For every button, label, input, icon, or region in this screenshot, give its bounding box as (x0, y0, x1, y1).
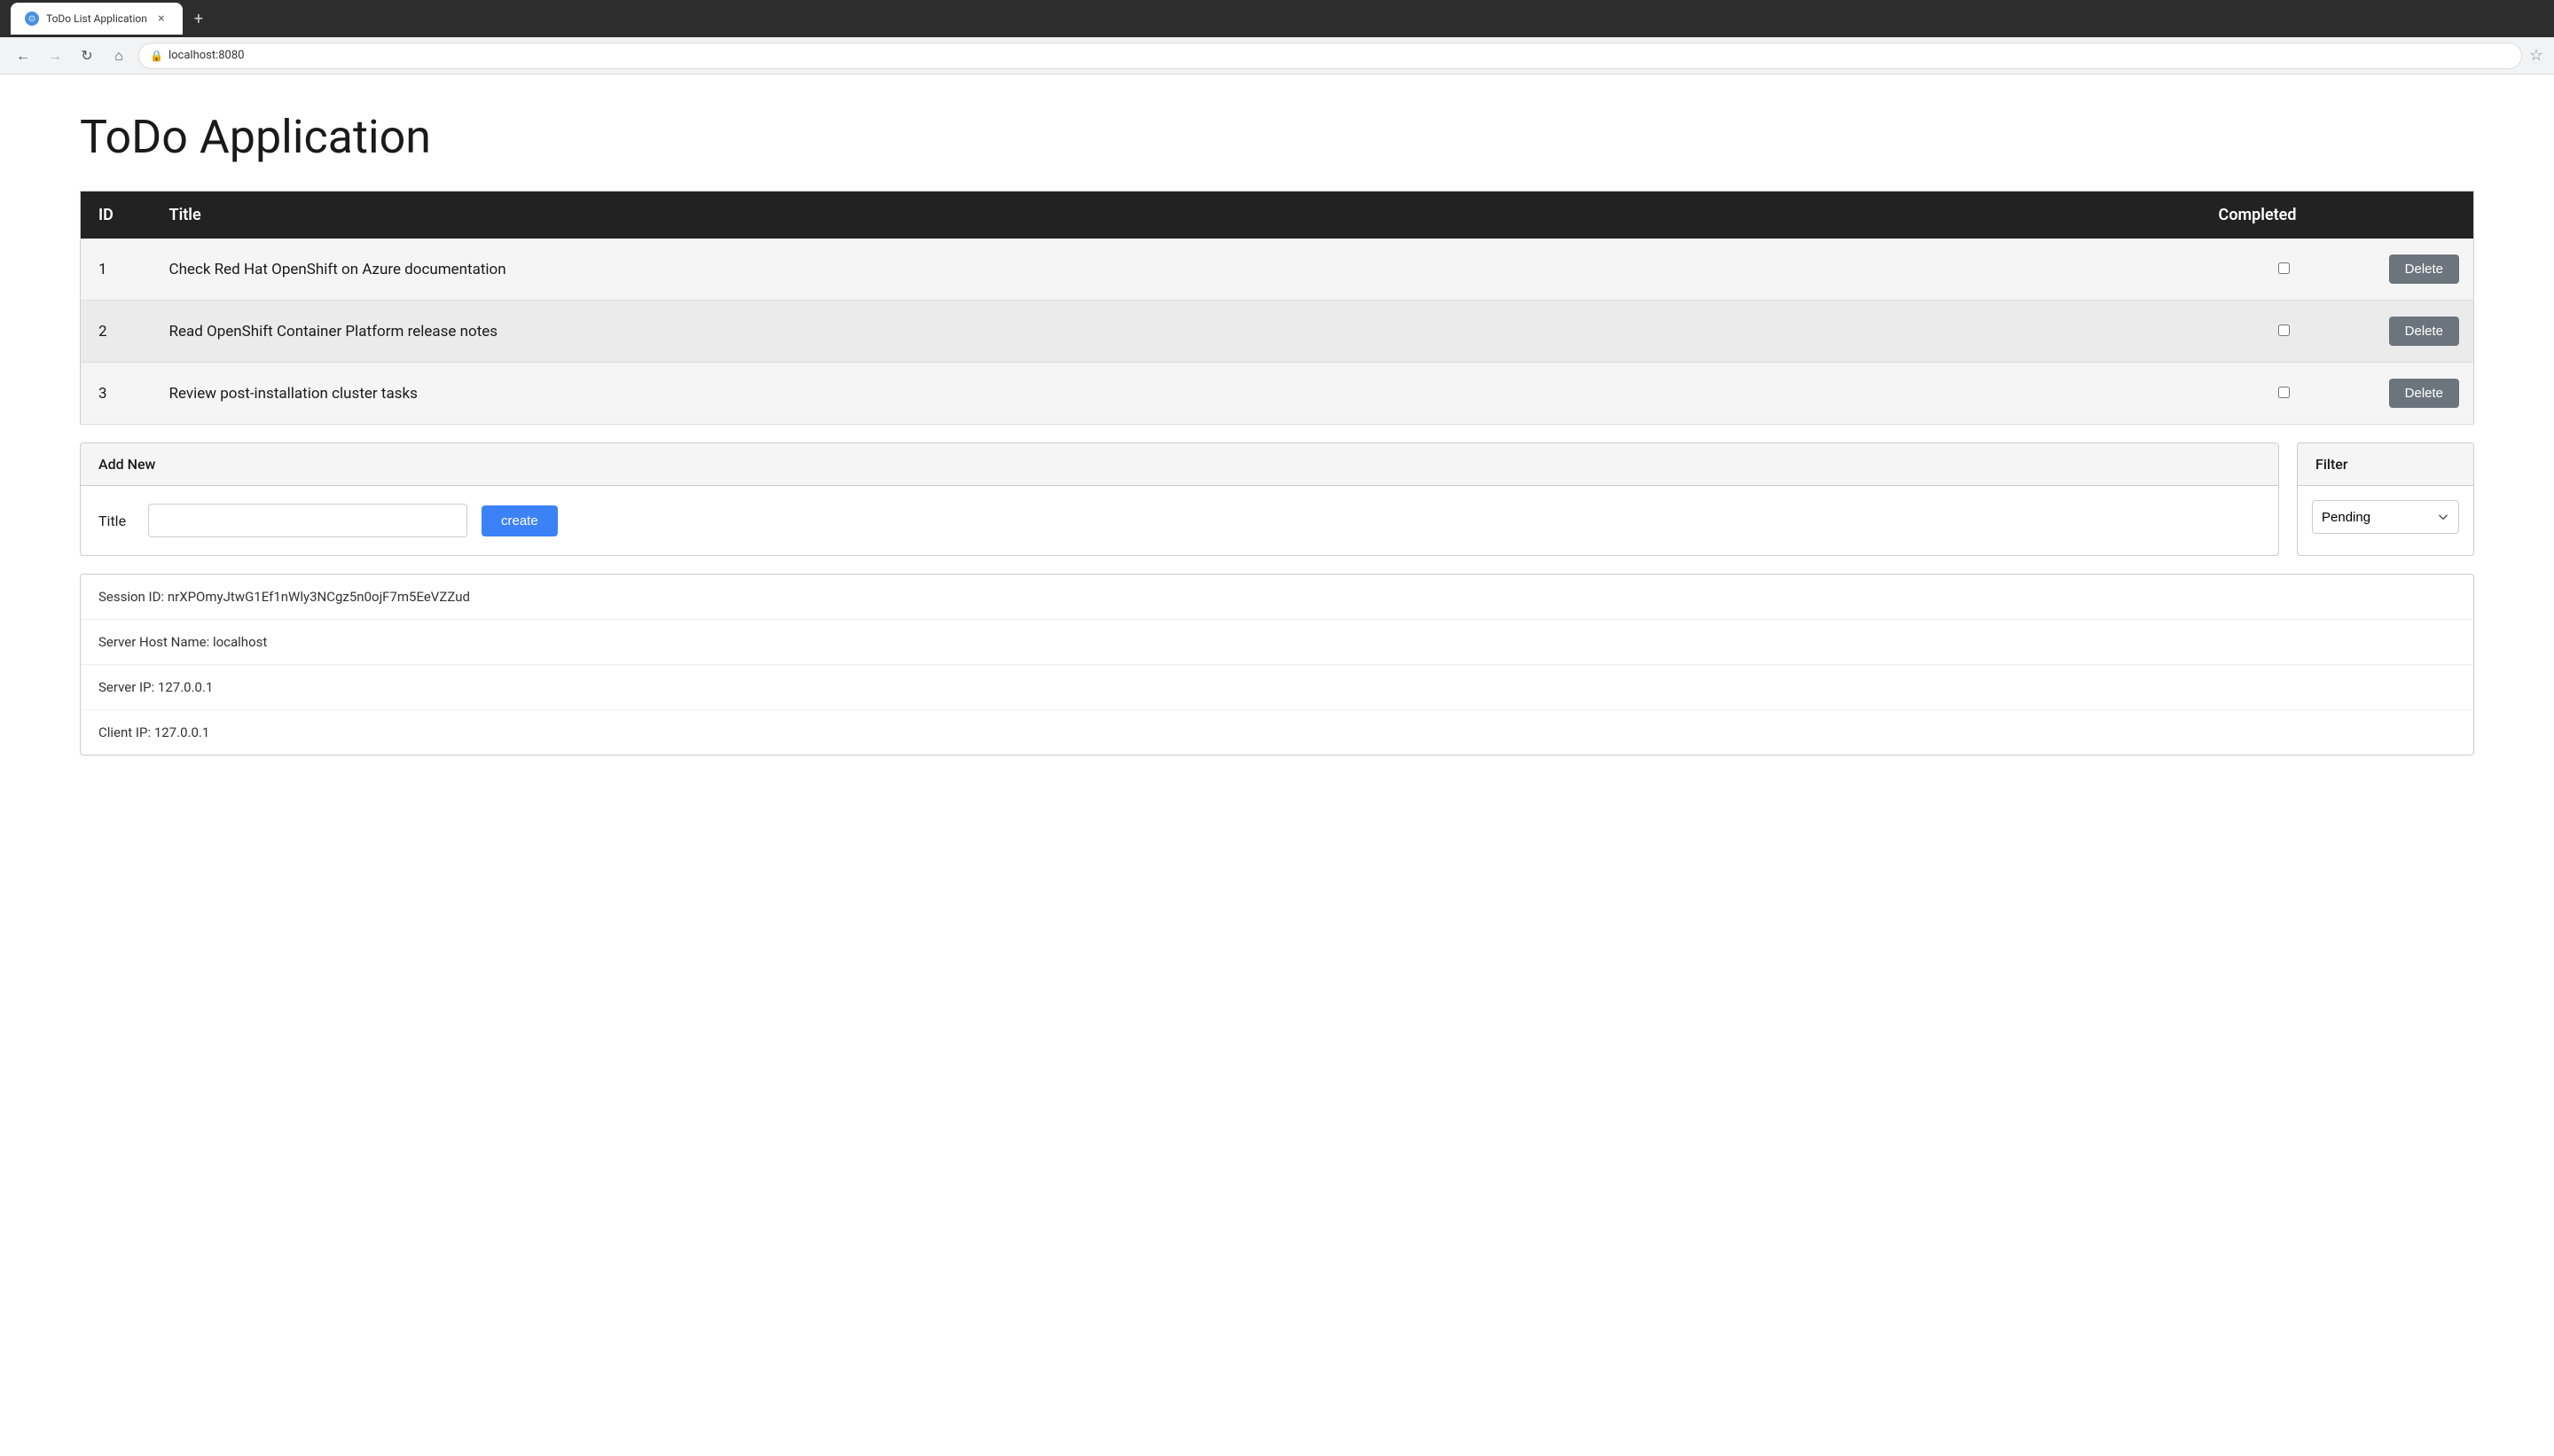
delete-button[interactable]: Delete (2389, 317, 2459, 346)
filter-body: AllPendingCompleted (2298, 486, 2473, 548)
forward-button[interactable]: → (43, 43, 67, 68)
table-row: 1Check Red Hat OpenShift on Azure docume… (81, 239, 2474, 301)
row-action: Delete (2368, 239, 2474, 301)
completed-checkbox[interactable] (2278, 387, 2290, 398)
row-completed (2201, 363, 2368, 425)
tab-close-button[interactable]: × (154, 12, 168, 26)
row-action: Delete (2368, 301, 2474, 363)
add-new-body: Title create (81, 486, 2278, 555)
server-ip-row: Server IP: 127.0.0.1 (81, 665, 2473, 710)
filter-select[interactable]: AllPendingCompleted (2312, 500, 2459, 534)
table-header: ID Title Completed (81, 192, 2474, 239)
row-action: Delete (2368, 363, 2474, 425)
delete-button[interactable]: Delete (2389, 254, 2459, 284)
nav-bar: ← → ↻ ⌂ 🔒 localhost:8080 ☆ (0, 37, 2554, 74)
client-ip-row: Client IP: 127.0.0.1 (81, 710, 2473, 755)
filter-panel: Filter AllPendingCompleted (2297, 442, 2474, 556)
delete-button[interactable]: Delete (2389, 379, 2459, 408)
row-title: Check Red Hat OpenShift on Azure documen… (152, 239, 2201, 301)
col-header-id: ID (81, 192, 152, 239)
table-body: 1Check Red Hat OpenShift on Azure docume… (81, 239, 2474, 425)
col-header-completed: Completed (2201, 192, 2368, 239)
tab-bar: ⊙ ToDo List Application × + (11, 3, 211, 35)
completed-checkbox[interactable] (2278, 325, 2290, 336)
add-new-panel: Add New Title create (80, 442, 2279, 556)
session-panel: Session ID: nrXPOmyJtwG1Ef1nWly3NCgz5n0o… (80, 574, 2474, 755)
tab-favicon: ⊙ (25, 12, 39, 26)
create-button[interactable]: create (482, 505, 558, 536)
reload-button[interactable]: ↻ (74, 43, 99, 68)
add-new-header: Add New (81, 443, 2278, 486)
col-header-action (2368, 192, 2474, 239)
tab-title: ToDo List Application (46, 12, 147, 25)
col-header-title: Title (152, 192, 2201, 239)
address-text: localhost:8080 (168, 49, 245, 62)
active-tab[interactable]: ⊙ ToDo List Application × (11, 3, 183, 35)
row-completed (2201, 239, 2368, 301)
filter-header: Filter (2298, 443, 2473, 486)
page-title: ToDo Application (80, 110, 2474, 164)
server-host-row: Server Host Name: localhost (81, 620, 2473, 665)
completed-checkbox[interactable] (2278, 262, 2290, 274)
row-id: 2 (81, 301, 152, 363)
session-id-row: Session ID: nrXPOmyJtwG1Ef1nWly3NCgz5n0o… (81, 575, 2473, 620)
title-input[interactable] (148, 504, 467, 537)
browser-chrome: ⊙ ToDo List Application × + (0, 0, 2554, 37)
row-title: Read OpenShift Container Platform releas… (152, 301, 2201, 363)
back-button[interactable]: ← (11, 43, 35, 68)
bookmark-star-icon[interactable]: ☆ (2529, 46, 2543, 65)
lock-icon: 🔒 (150, 50, 163, 62)
title-label: Title (98, 513, 134, 529)
bottom-section: Add New Title create Filter AllPendingCo… (80, 442, 2474, 556)
table-row: 2Read OpenShift Container Platform relea… (81, 301, 2474, 363)
row-id: 1 (81, 239, 152, 301)
address-bar[interactable]: 🔒 localhost:8080 (138, 43, 2522, 69)
row-id: 3 (81, 363, 152, 425)
new-tab-button[interactable]: + (186, 6, 211, 31)
todo-table: ID Title Completed 1Check Red Hat OpenSh… (80, 191, 2474, 425)
row-title: Review post-installation cluster tasks (152, 363, 2201, 425)
table-row: 3Review post-installation cluster tasks D… (81, 363, 2474, 425)
home-button[interactable]: ⌂ (106, 43, 131, 68)
row-completed (2201, 301, 2368, 363)
page-content: ToDo Application ID Title Completed 1Che… (0, 74, 2554, 791)
